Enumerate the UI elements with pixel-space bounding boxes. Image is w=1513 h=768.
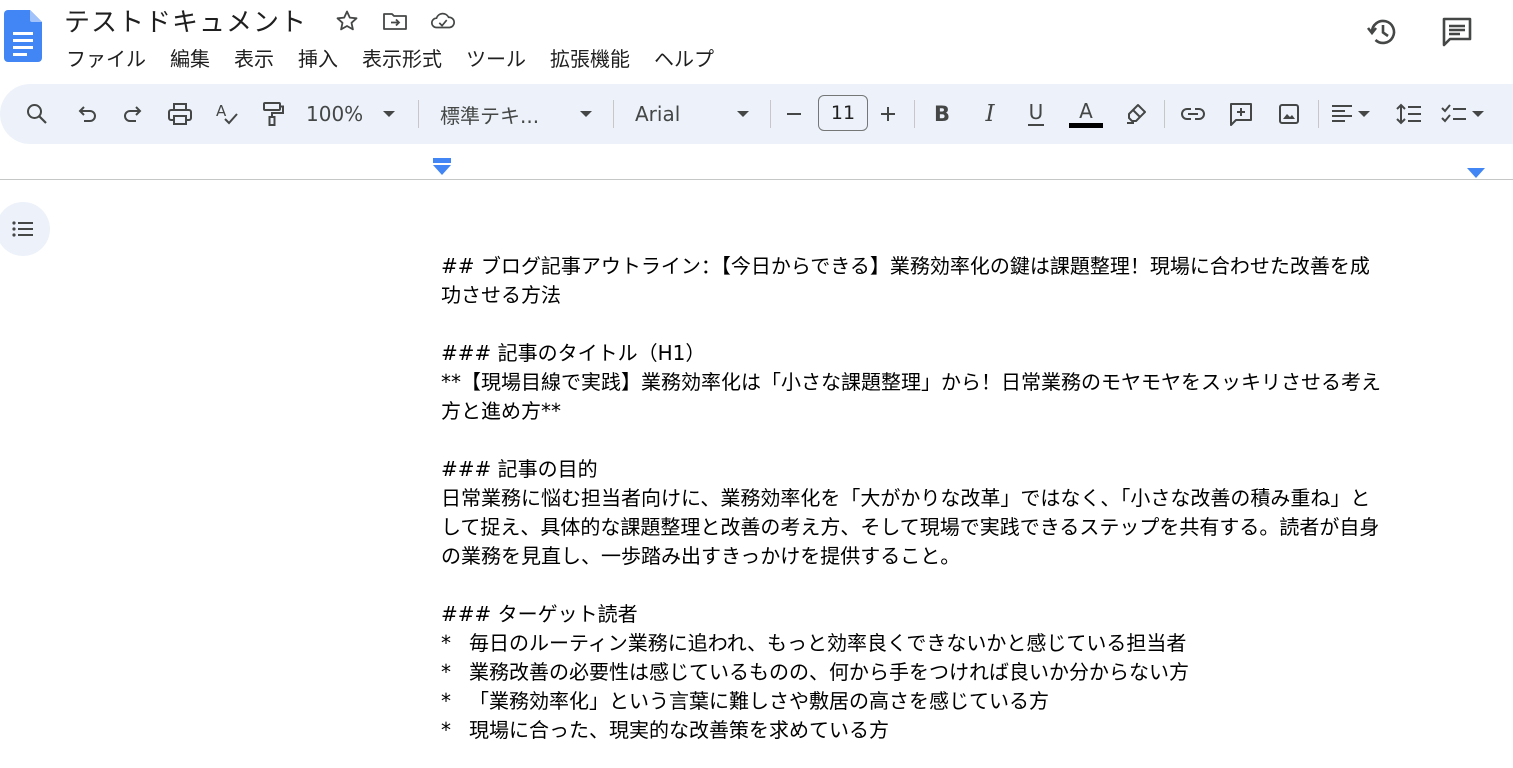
list-item-text: 現場に合った、現実的な改善策を求めている方 bbox=[469, 718, 889, 742]
app-header: テストドキュメント ファイル 編集 表示 挿入 表示形式 ツール 拡張機能 ヘル… bbox=[0, 0, 1513, 84]
title-section-heading: ### 記事のタイトル（H1） bbox=[441, 341, 706, 365]
increase-font-size-button[interactable] bbox=[874, 96, 902, 132]
link-icon[interactable] bbox=[1176, 96, 1210, 132]
menu-file[interactable]: ファイル bbox=[54, 43, 158, 72]
toolbar-divider bbox=[1318, 100, 1319, 128]
menu-edit[interactable]: 編集 bbox=[158, 43, 222, 72]
menu-insert[interactable]: 挿入 bbox=[286, 43, 350, 72]
line-spacing-icon[interactable] bbox=[1392, 96, 1426, 132]
paragraph-style-select[interactable]: 標準テキ... bbox=[440, 96, 596, 132]
purpose-text-line: の業務を見直し、一歩踏み出すきっかけを提供すること。 bbox=[441, 544, 961, 568]
chevron-down-icon bbox=[580, 111, 592, 117]
add-comment-icon[interactable] bbox=[1224, 96, 1258, 132]
decrease-font-size-button[interactable] bbox=[780, 96, 808, 132]
text-color-swatch bbox=[1069, 123, 1103, 128]
list-item-text: 「業務効率化」という言葉に難しさや敷居の高さを感じている方 bbox=[469, 689, 1049, 713]
cloud-saved-icon[interactable] bbox=[430, 8, 456, 34]
outline-button[interactable] bbox=[0, 202, 50, 256]
highlighter-icon[interactable] bbox=[1120, 96, 1152, 132]
chevron-down-icon bbox=[737, 111, 749, 117]
right-indent-handle[interactable] bbox=[1466, 164, 1486, 183]
font-size-input[interactable]: 11 bbox=[818, 95, 868, 131]
bullet-marker: * bbox=[441, 631, 451, 655]
italic-button[interactable]: I bbox=[974, 96, 1006, 132]
history-icon[interactable] bbox=[1363, 12, 1403, 52]
toolbar: A 100% 標準テキ... Arial 11 B I U A bbox=[0, 84, 1513, 144]
article-title-line: **【現場目線で実践】業務効率化は「小さな課題整理」から！日常業務のモヤモヤをス… bbox=[441, 370, 1381, 394]
left-indent-handle[interactable] bbox=[432, 158, 452, 180]
list-item-text: 毎日のルーティン業務に追われ、もっと効率良くできないかと感じている担当者 bbox=[469, 631, 1187, 655]
paragraph-style-value: 標準テキ... bbox=[440, 103, 540, 128]
search-icon[interactable] bbox=[20, 96, 54, 132]
chevron-down-icon bbox=[1472, 111, 1484, 117]
toolbar-divider bbox=[914, 100, 915, 128]
document-title[interactable]: テストドキュメント bbox=[64, 2, 307, 39]
zoom-select[interactable]: 100% bbox=[306, 96, 402, 132]
menu-tools[interactable]: ツール bbox=[454, 43, 538, 72]
ruler bbox=[0, 144, 1513, 180]
underline-icon: U bbox=[1028, 100, 1044, 124]
document-body[interactable]: ## ブログ記事アウトライン：【今日からできる】業務効率化の鍵は課題整理！現場に… bbox=[441, 252, 1491, 745]
text-color-icon: A bbox=[1079, 99, 1093, 123]
list-item: * 業務改善の必要性は感じているものの、何から手をつければ良いか分からない方 bbox=[441, 658, 1491, 687]
underline-bar bbox=[1028, 124, 1044, 126]
list-item-text: 業務改善の必要性は感じているものの、何から手をつければ良いか分からない方 bbox=[469, 660, 1189, 684]
star-icon[interactable] bbox=[334, 8, 360, 34]
chevron-down-icon bbox=[383, 111, 396, 117]
move-folder-icon[interactable] bbox=[382, 8, 408, 34]
paint-format-icon[interactable] bbox=[256, 96, 290, 132]
image-icon[interactable] bbox=[1272, 96, 1306, 132]
redo-icon[interactable] bbox=[116, 96, 150, 132]
undo-icon[interactable] bbox=[70, 96, 104, 132]
outline-heading-line: 功させる方法 bbox=[441, 283, 561, 307]
align-left-icon bbox=[1332, 105, 1352, 122]
toolbar-divider bbox=[770, 100, 771, 128]
spellcheck-icon[interactable]: A bbox=[210, 96, 244, 132]
checklist-icon bbox=[1441, 104, 1466, 123]
print-icon[interactable] bbox=[163, 96, 197, 132]
list-item: * 現場に合った、現実的な改善策を求めている方 bbox=[441, 716, 1491, 745]
font-family-select[interactable]: Arial bbox=[635, 96, 755, 132]
article-title-line: 方と進め方** bbox=[441, 399, 561, 423]
toolbar-divider bbox=[1164, 100, 1165, 128]
bold-button[interactable]: B bbox=[926, 96, 958, 132]
italic-icon: I bbox=[985, 101, 995, 127]
docs-logo-icon[interactable] bbox=[4, 10, 42, 62]
purpose-text-line: して捉え、具体的な課題整理と改善の考え方、そして現場で実践できるステップを共有す… bbox=[441, 515, 1380, 539]
target-heading: ### ターゲット読者 bbox=[441, 602, 638, 626]
menu-extensions[interactable]: 拡張機能 bbox=[538, 43, 642, 72]
outline-icon bbox=[12, 221, 33, 237]
toolbar-divider bbox=[418, 100, 419, 128]
menu-help[interactable]: ヘルプ bbox=[642, 43, 726, 72]
text-color-button[interactable]: A bbox=[1068, 96, 1104, 132]
align-select[interactable] bbox=[1330, 96, 1380, 132]
menu-format[interactable]: 表示形式 bbox=[350, 43, 454, 72]
svg-text:A: A bbox=[216, 102, 227, 120]
bullet-marker: * bbox=[441, 718, 451, 742]
bullet-marker: * bbox=[441, 660, 451, 684]
bullet-marker: * bbox=[441, 689, 451, 713]
toolbar-divider bbox=[613, 100, 614, 128]
bold-icon: B bbox=[933, 102, 950, 126]
underline-button[interactable]: U bbox=[1020, 96, 1052, 132]
purpose-text-line: 日常業務に悩む担当者向けに、業務効率化を「大がかりな改革」ではなく、「小さな改善… bbox=[441, 486, 1371, 510]
comments-icon[interactable] bbox=[1437, 12, 1477, 52]
outline-heading-line: ## ブログ記事アウトライン：【今日からできる】業務効率化の鍵は課題整理！現場に… bbox=[441, 254, 1370, 278]
purpose-heading: ### 記事の目的 bbox=[441, 457, 598, 481]
chevron-down-icon bbox=[1358, 111, 1370, 117]
menu-view[interactable]: 表示 bbox=[222, 43, 286, 72]
list-item: * 毎日のルーティン業務に追われ、もっと効率良くできないかと感じている担当者 bbox=[441, 629, 1491, 658]
list-item: * 「業務効率化」という言葉に難しさや敷居の高さを感じている方 bbox=[441, 687, 1491, 716]
checklist-select[interactable] bbox=[1440, 96, 1500, 132]
zoom-value: 100% bbox=[306, 102, 364, 126]
menu-bar: ファイル 編集 表示 挿入 表示形式 ツール 拡張機能 ヘルプ bbox=[54, 42, 726, 72]
font-family-value: Arial bbox=[635, 102, 681, 126]
